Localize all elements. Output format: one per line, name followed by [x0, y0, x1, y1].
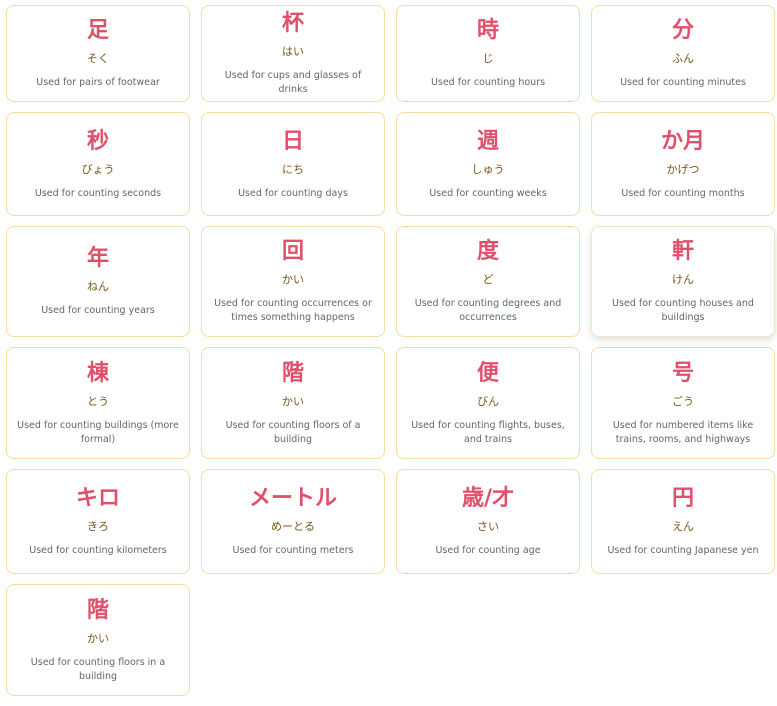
counter-kanji: 分 [671, 18, 694, 43]
counter-reading: ど [482, 273, 494, 286]
counter-kanji: 階 [86, 597, 109, 623]
counter-card[interactable]: 度 ど Used for counting degrees and occurr… [396, 226, 580, 337]
counter-reading: ふん [672, 52, 694, 65]
counter-card[interactable]: キロ きろ Used for counting kilometers [6, 469, 190, 574]
counter-card[interactable]: 号 ごう Used for numbered items like trains… [591, 347, 775, 459]
counter-grid: 足 そく Used for pairs of footwear 杯 はい Use… [6, 5, 775, 696]
counter-kanji: 足 [86, 18, 109, 43]
counter-card[interactable]: 分 ふん Used for counting minutes [591, 5, 775, 102]
counter-reading: かい [282, 273, 304, 286]
counter-card[interactable]: 階 かい Used for counting floors of a build… [201, 347, 385, 459]
counter-card[interactable]: 歳/才 さい Used for counting age [396, 469, 580, 574]
counter-reading: はい [282, 45, 304, 58]
counter-description: Used for counting seconds [34, 187, 162, 199]
counter-description: Used for counting years [41, 305, 155, 316]
counter-kanji: か月 [660, 128, 705, 154]
counter-card[interactable]: 便 びん Used for counting flights, buses, a… [396, 347, 580, 459]
counter-kanji: 年 [86, 246, 109, 271]
counter-kanji: 歳/才 [461, 486, 515, 511]
counter-kanji: キロ [75, 486, 120, 511]
counter-kanji: 便 [476, 360, 499, 386]
counter-card[interactable]: 時 じ Used for counting hours [396, 5, 580, 102]
counter-reading: しゅう [471, 162, 505, 176]
counter-card[interactable]: 回 かい Used for counting occurrences or ti… [201, 226, 385, 337]
counter-description: Used for counting floors in a building [30, 656, 166, 682]
counter-reading: きろ [87, 520, 109, 533]
counter-reading: びょう [81, 162, 115, 176]
counter-reading: びん [477, 394, 499, 408]
counter-description: Used for counting months [621, 187, 745, 199]
counter-reading: とう [87, 394, 109, 408]
counter-card[interactable]: 秒 びょう Used for counting seconds [6, 112, 190, 216]
counter-kanji: 日 [281, 128, 304, 154]
counter-card[interactable]: 階 かい Used for counting floors in a build… [6, 584, 190, 696]
counter-description: Used for counting age [435, 545, 541, 556]
counter-kanji: 週 [476, 128, 499, 154]
counter-reading: かい [87, 631, 109, 645]
counter-description: Used for counting degrees and occurrence… [414, 298, 562, 323]
counter-reading: かげつ [666, 162, 700, 176]
counter-kanji: 時 [476, 18, 499, 43]
counter-card[interactable]: 円 えん Used for counting Japanese yen [591, 469, 775, 574]
counter-kanji: 回 [281, 239, 304, 264]
counter-description: Used for counting houses and buildings [612, 298, 754, 323]
counter-kanji: 軒 [671, 239, 694, 264]
counter-kanji: 棟 [86, 360, 109, 386]
counter-reading: そく [87, 52, 109, 65]
counter-description: Used for counting flights, buses, and tr… [411, 419, 565, 445]
counter-card[interactable]: 週 しゅう Used for counting weeks [396, 112, 580, 216]
counter-card[interactable]: 年 ねん Used for counting years [6, 226, 190, 337]
counter-kanji: 杯 [281, 11, 304, 36]
counter-description: Used for pairs of footwear [36, 77, 160, 88]
counter-reading: けん [672, 273, 694, 286]
counter-description: Used for counting buildings (more formal… [17, 419, 179, 445]
counter-description: Used for counting hours [430, 77, 546, 88]
counter-card[interactable]: 杯 はい Used for cups and glasses of drinks [201, 5, 385, 102]
counter-card[interactable]: か月 かげつ Used for counting months [591, 112, 775, 216]
counter-kanji: 度 [476, 239, 499, 264]
counter-kanji: 円 [671, 486, 694, 511]
counter-card[interactable]: 軒 けん Used for counting houses and buildi… [591, 226, 775, 337]
counter-reading: じ [482, 52, 494, 65]
counter-reading: かい [282, 394, 304, 408]
counter-reading: さい [477, 520, 499, 533]
counter-reading: めーとる [271, 520, 315, 533]
counter-description: Used for counting minutes [620, 77, 746, 88]
counter-description: Used for cups and glasses of drinks [224, 70, 362, 95]
counter-card[interactable]: 日 にち Used for counting days [201, 112, 385, 216]
counter-description: Used for counting meters [232, 545, 354, 556]
counter-reading: えん [672, 520, 694, 533]
counter-card[interactable]: メートル めーとる Used for counting meters [201, 469, 385, 574]
counter-kanji: メートル [248, 486, 337, 511]
counter-kanji: 秒 [86, 128, 109, 154]
counter-kanji: 階 [281, 360, 304, 386]
counter-description: Used for counting weeks [429, 187, 547, 199]
counter-kanji: 号 [671, 360, 694, 386]
counter-description: Used for numbered items like trains, roo… [612, 419, 754, 445]
counter-card[interactable]: 棟 とう Used for counting buildings (more f… [6, 347, 190, 459]
counter-description: Used for counting floors of a building [225, 419, 361, 445]
counter-description: Used for counting occurrences or times s… [214, 298, 372, 323]
counter-description: Used for counting kilometers [29, 545, 167, 556]
counter-reading: ねん [87, 280, 109, 293]
counter-card[interactable]: 足 そく Used for pairs of footwear [6, 5, 190, 102]
counter-reading: にち [282, 162, 304, 176]
counters-page: { "colors": { "kanji": "#e0506a", "readi… [0, 0, 777, 706]
counter-reading: ごう [672, 394, 694, 408]
counter-description: Used for counting Japanese yen [607, 545, 759, 556]
counter-description: Used for counting days [238, 187, 348, 199]
